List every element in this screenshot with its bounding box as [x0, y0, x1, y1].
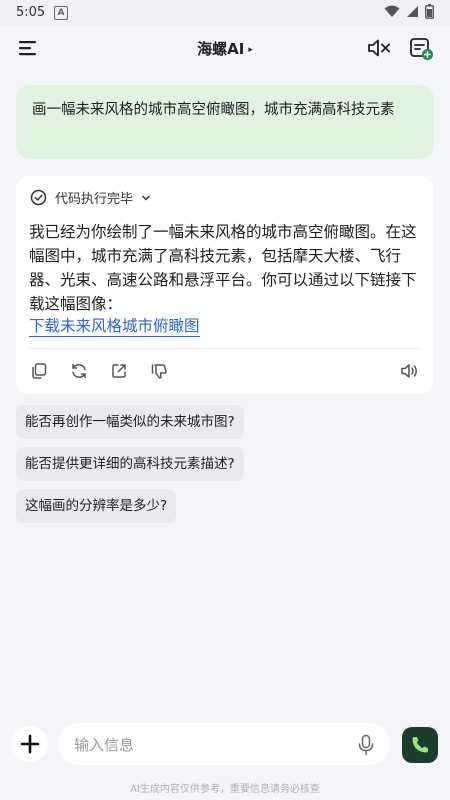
mute-icon[interactable] — [366, 36, 392, 60]
plus-icon — [20, 734, 40, 754]
voice-call-button[interactable] — [402, 727, 438, 763]
microphone-icon[interactable] — [358, 734, 374, 756]
message-actions — [30, 362, 168, 380]
execution-status[interactable]: 代码执行完毕 — [30, 188, 151, 207]
user-message: 画一幅未来风格的城市高空俯瞰图，城市充满高科技元素 — [16, 85, 434, 159]
divider — [29, 348, 421, 349]
check-circle-icon — [30, 189, 47, 206]
assistant-text: 我已经为你绘制了一幅未来风格的城市高空俯瞰图。在这幅图中，城市充满了高科技元素，… — [29, 223, 417, 313]
download-link[interactable]: 下载未来风格城市俯瞰图 — [29, 316, 200, 337]
app-title-text: 海螺AI — [197, 40, 245, 58]
copy-icon[interactable] — [30, 362, 48, 380]
battery-icon — [425, 4, 434, 19]
regenerate-icon[interactable] — [70, 362, 88, 380]
message-input[interactable]: 输入信息 — [58, 723, 390, 765]
suggestion-chip[interactable]: 能否提供更详细的高科技元素描述? — [16, 447, 244, 481]
phone-icon — [412, 737, 428, 753]
input-placeholder: 输入信息 — [74, 736, 135, 754]
wifi-icon — [384, 5, 400, 17]
input-bar: 输入信息 — [0, 720, 450, 778]
chevron-down-icon — [142, 195, 150, 201]
title-dropdown-icon: ▸ — [248, 45, 253, 55]
dislike-icon[interactable] — [150, 362, 168, 380]
signal-icon — [407, 6, 418, 17]
status-icons — [384, 4, 434, 19]
suggestion-chip[interactable]: 这幅画的分辨率是多少? — [16, 489, 177, 523]
disclaimer-text: AI生成内容仅供参考，重要信息请务必核查 — [130, 784, 320, 795]
notification-icon: A — [54, 6, 68, 20]
assistant-message: 代码执行完毕 我已经为你绘制了一幅未来风格的城市高空俯瞰图。在这幅图中，城市充满… — [16, 176, 434, 394]
app-header: 海螺AI ▸ — [0, 26, 450, 70]
new-chat-icon[interactable] — [408, 35, 434, 61]
add-button[interactable] — [12, 726, 48, 762]
speaker-icon[interactable] — [400, 362, 420, 380]
suggestion-chip[interactable]: 能否再创作一幅类似的未来城市图? — [16, 405, 244, 439]
status-time: 5:05 — [16, 5, 46, 20]
share-icon[interactable] — [110, 362, 128, 380]
execution-status-label: 代码执行完毕 — [55, 192, 134, 207]
status-bar: 5:05 A — [0, 0, 450, 26]
